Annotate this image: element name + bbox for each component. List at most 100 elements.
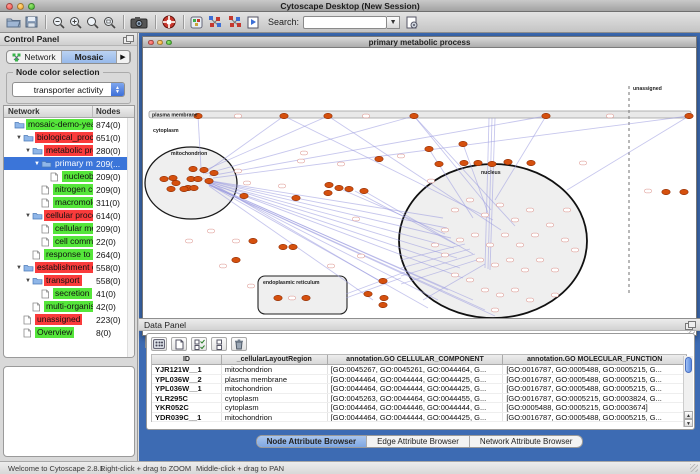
node-label — [208, 229, 215, 233]
node — [280, 113, 288, 118]
tree-row-nodes-count: 614(0) — [96, 211, 121, 221]
tab-node-attribute-browser[interactable]: Node Attribute Browser — [257, 436, 368, 447]
node-label — [467, 198, 474, 202]
tree-row[interactable]: nucleobase-209(0) — [4, 170, 134, 183]
tree-expand-icon[interactable]: ▼ — [25, 148, 32, 154]
node-label — [537, 258, 544, 262]
node-label — [353, 217, 360, 221]
tree-row[interactable]: cellular metabol209(0) — [4, 222, 134, 235]
table-row[interactable]: YLR295Ccytoplasm[GO:0045263, GO:0044464,… — [152, 394, 687, 404]
scroll-down-icon[interactable]: ▼ — [684, 419, 693, 427]
node-color-select[interactable]: transporter activity ▲▼ — [12, 82, 125, 97]
attribute-select-all-icon[interactable] — [191, 337, 207, 351]
tree-row[interactable]: ▼establishment of lo558(0) — [4, 261, 134, 274]
tree-expand-icon[interactable]: ▼ — [25, 213, 32, 219]
tree-row[interactable]: ▼metabolic process280(0) — [4, 144, 134, 157]
table-cell-cc: [GO:0044464, GO:0044444, GO:0044425, G..… — [328, 384, 504, 393]
table-row[interactable]: YPL036W__2plasma membrane[GO:0044464, GO… — [152, 375, 687, 385]
open-icon[interactable] — [6, 14, 21, 31]
tree-expand-icon[interactable]: ▼ — [16, 265, 23, 271]
save-icon[interactable] — [25, 14, 38, 31]
tab-network-attribute-browser[interactable]: Network Attribute Browser — [470, 436, 582, 447]
table-row[interactable]: YPL036W__1mitochondrion[GO:0044464, GO:0… — [152, 384, 687, 394]
attribute-unselect-all-icon[interactable] — [211, 337, 227, 351]
search-input[interactable] — [303, 16, 387, 29]
network-view-window[interactable]: primary metabolic process plasma membran… — [142, 36, 697, 336]
table-column-header[interactable]: annotation.GO CELLULAR_COMPONENT — [328, 355, 504, 364]
cytopanel-icon[interactable] — [190, 14, 203, 31]
window-titlebar[interactable]: Cytoscape Desktop (New Session) — [0, 0, 700, 12]
tree-row[interactable]: ▼biological_process651(0) — [4, 131, 134, 144]
birdseye-view-panel[interactable] — [3, 366, 135, 457]
tree-row[interactable]: secretion41(0) — [4, 287, 134, 300]
compartment-label-mitochondrion: mitochondrion — [171, 151, 207, 157]
table-row[interactable]: YKR052Ccytoplasm[GO:0044464, GO:0044446,… — [152, 403, 687, 413]
resize-grip-icon[interactable] — [690, 464, 698, 472]
tree-row[interactable]: unassigned223(0) — [4, 313, 134, 326]
snapshot-icon[interactable] — [130, 14, 148, 31]
scroll-up-icon[interactable]: ▲ — [684, 411, 693, 419]
attribute-create-icon[interactable] — [171, 337, 187, 351]
tree-scrollbar[interactable] — [127, 118, 134, 357]
tree-row[interactable]: cell communicat22(0) — [4, 235, 134, 248]
zoom-out-icon[interactable] — [52, 14, 65, 31]
more-tabs-arrow-icon[interactable]: ▶ — [117, 51, 130, 63]
zoom-fit-icon[interactable] — [103, 14, 116, 31]
float-panel-icon[interactable] — [123, 35, 133, 43]
tree-header[interactable]: Network Nodes — [4, 106, 134, 118]
tree-row[interactable]: ▼transport558(0) — [4, 274, 134, 287]
table-cell-region: mitochondrion — [222, 384, 328, 393]
node — [325, 182, 333, 187]
node — [379, 302, 387, 307]
tree-row[interactable]: ▼primary metabolic209(... — [4, 157, 134, 170]
table-row[interactable]: YJR121W__1mitochondrion[GO:0045267, GO:0… — [152, 365, 687, 375]
tab-network[interactable]: Network — [7, 51, 62, 63]
tree-expand-icon[interactable]: ▼ — [34, 161, 41, 167]
scrollbar-thumb[interactable] — [685, 357, 692, 373]
layout-blue-icon[interactable] — [207, 14, 223, 31]
help-icon[interactable] — [162, 14, 176, 31]
network-canvas[interactable]: plasma membranecytoplasmmitochondrionnuc… — [143, 48, 696, 336]
node — [302, 295, 310, 300]
search-options-icon[interactable] — [406, 14, 418, 31]
tree-row[interactable]: mosaic-demo-yeast874(0) — [4, 118, 134, 131]
node-label — [507, 258, 514, 262]
table-column-header[interactable]: annotation.GO MOLECULAR_FUNCTION — [503, 355, 687, 364]
tab-mosaic[interactable]: Mosaic — [62, 51, 117, 63]
node-label — [328, 264, 335, 268]
table-row[interactable]: YDR039C__1mitochondrion[GO:0044464, GO:0… — [152, 413, 687, 423]
tree-row[interactable]: response to stimulu264(0) — [4, 248, 134, 261]
attribute-select-icon[interactable] — [151, 337, 167, 351]
attribute-delete-icon[interactable] — [231, 337, 247, 351]
node-label — [572, 248, 579, 252]
status-welcome: Welcome to Cytoscape 2.8.1 — [8, 464, 104, 473]
node-label — [363, 114, 370, 118]
tree-expand-icon[interactable]: ▼ — [16, 135, 23, 141]
tree-row[interactable]: macromolecule311(0) — [4, 196, 134, 209]
tree-row[interactable]: multi-organism pro42(0) — [4, 300, 134, 313]
node — [160, 176, 168, 181]
table-column-header[interactable]: ID — [152, 355, 222, 364]
zoom-in-icon[interactable] — [69, 14, 82, 31]
search-dropdown-icon[interactable]: ▼ — [387, 16, 400, 29]
tree-row[interactable]: ▼cellular process614(0) — [4, 209, 134, 222]
tab-edge-attribute-browser[interactable]: Edge Attribute Browser — [367, 436, 470, 447]
group-label: Node color selection — [13, 67, 103, 77]
table-cell-cc: [GO:0044464, GO:0044446, GO:0044444, G..… — [328, 403, 504, 412]
tree-expand-icon[interactable]: ▼ — [25, 278, 32, 284]
layout-red-icon[interactable] — [227, 14, 243, 31]
table-scrollbar[interactable]: ▲ ▼ — [683, 356, 693, 427]
float-panel-icon[interactable] — [685, 321, 695, 329]
tree-row[interactable]: Overview8(0) — [4, 326, 134, 339]
zoom-selected-icon[interactable] — [86, 14, 99, 31]
node-label — [248, 284, 255, 288]
network-window-titlebar[interactable]: primary metabolic process — [143, 37, 696, 48]
table-cell-mf: [GO:0005488, GO:0005215, GO:0003674] — [503, 403, 687, 412]
table-column-header[interactable]: _cellularLayoutRegion — [222, 355, 328, 364]
control-panel-title: Control Panel — [4, 34, 123, 44]
tree-row[interactable]: nitrogen compo209(0) — [4, 183, 134, 196]
node — [205, 178, 213, 183]
attribute-table[interactable]: ID_cellularLayoutRegionannotation.GO CEL… — [151, 354, 687, 422]
manage-networks-icon[interactable] — [247, 14, 260, 31]
control-panel: Control Panel Network Mosaic ▶ Node colo… — [0, 33, 138, 461]
